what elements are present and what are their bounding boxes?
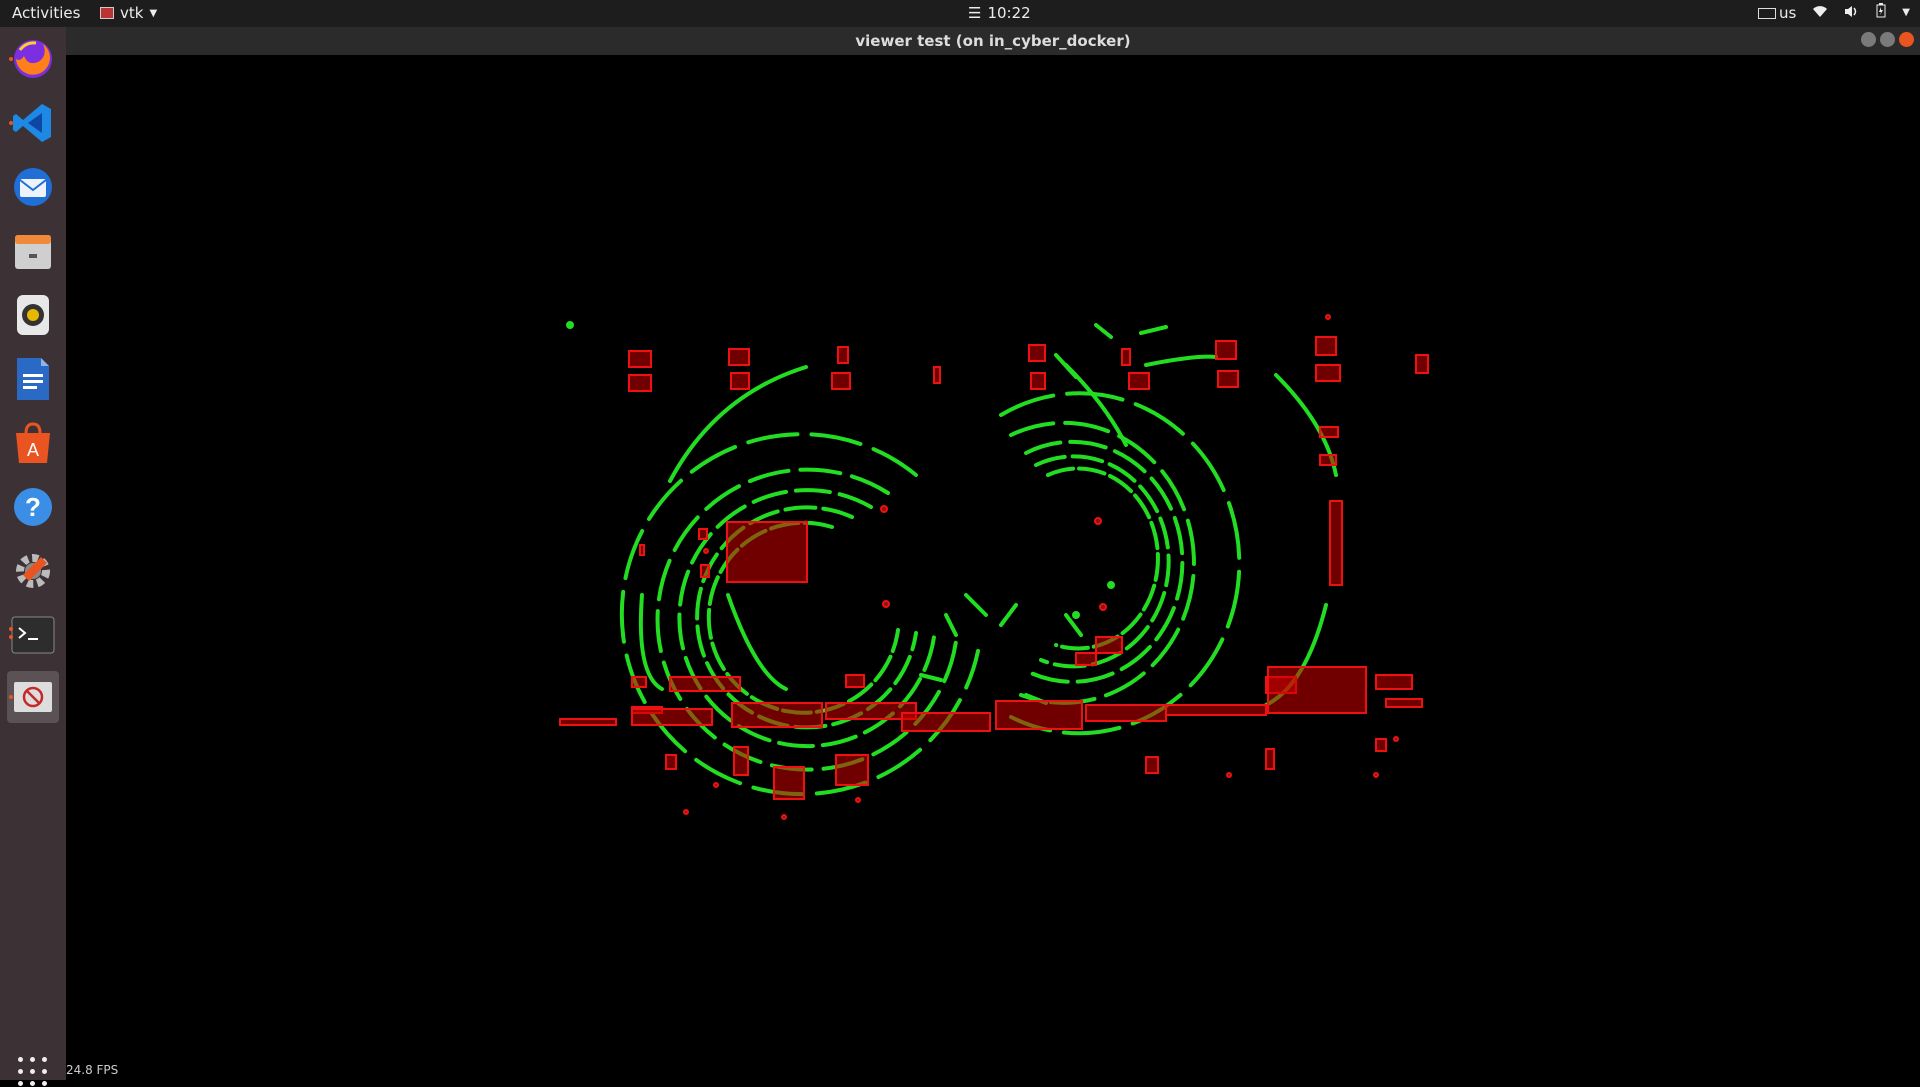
dock-item-software[interactable]: A [7, 417, 59, 469]
clock-label: 10:22 [987, 4, 1031, 22]
dock-item-vscode[interactable] [7, 97, 59, 149]
svg-text:A: A [27, 440, 39, 460]
fps-counter: 24.8 FPS [66, 1063, 119, 1077]
maximize-button[interactable] [1880, 32, 1895, 47]
window-title: viewer test (on in_cyber_docker) [855, 32, 1131, 50]
wifi-icon[interactable] [1812, 4, 1828, 22]
battery-icon[interactable] [1876, 3, 1886, 22]
close-button[interactable] [1899, 32, 1914, 47]
vtk-app-icon [100, 7, 114, 19]
dock-item-vtk[interactable] [7, 671, 59, 723]
activities-button[interactable]: Activities [12, 4, 80, 22]
thunderbird-icon [14, 168, 52, 206]
rhythmbox-icon [17, 295, 49, 335]
dock-item-writer[interactable] [7, 353, 59, 405]
writer-icon [17, 358, 49, 400]
keyboard-layout[interactable]: us [1757, 3, 1797, 22]
show-applications-button[interactable] [18, 1057, 48, 1087]
chevron-down-icon: ▼ [149, 7, 158, 19]
app-menu-label: vtk [120, 4, 144, 22]
volume-icon[interactable] [1844, 4, 1860, 22]
firefox-icon [14, 40, 52, 78]
app-menu[interactable]: vtk ▼ [100, 4, 157, 22]
dock-item-rhythmbox[interactable] [7, 289, 59, 341]
help-icon: ? [14, 488, 52, 526]
minimize-button[interactable] [1861, 32, 1876, 47]
clock[interactable]: ☰ 10:22 [968, 4, 1031, 22]
settings-icon [16, 554, 50, 588]
keyboard-layout-label: us [1778, 3, 1797, 22]
window-title-bar[interactable]: viewer test (on in_cyber_docker) [66, 27, 1920, 55]
system-tray: us ▼ [1757, 3, 1910, 22]
dock-item-help[interactable]: ? [7, 481, 59, 533]
obstacle-boxes [559, 314, 1429, 820]
vscode-icon [13, 104, 51, 142]
files-icon [15, 235, 51, 269]
notification-list-icon: ☰ [968, 4, 982, 22]
dock-item-thunderbird[interactable] [7, 161, 59, 213]
svg-text:?: ? [25, 492, 41, 522]
dock: A ? [0, 27, 66, 1086]
vtk-render-viewport[interactable]: 24.8 FPS [66, 55, 1920, 1080]
dock-item-firefox[interactable] [7, 33, 59, 85]
software-icon: A [16, 422, 50, 463]
terminal-icon [11, 616, 55, 654]
keyboard-icon [1757, 7, 1776, 19]
chevron-down-icon[interactable]: ▼ [1902, 7, 1910, 18]
dock-item-files[interactable] [7, 225, 59, 277]
point-cloud-scene[interactable] [66, 55, 1920, 1080]
dock-item-settings[interactable] [7, 545, 59, 597]
dock-item-terminal[interactable] [7, 609, 59, 661]
vtk-app-icon [14, 682, 52, 712]
top-bar: Activities vtk ▼ ☰ 10:22 us ▼ [0, 0, 1920, 27]
